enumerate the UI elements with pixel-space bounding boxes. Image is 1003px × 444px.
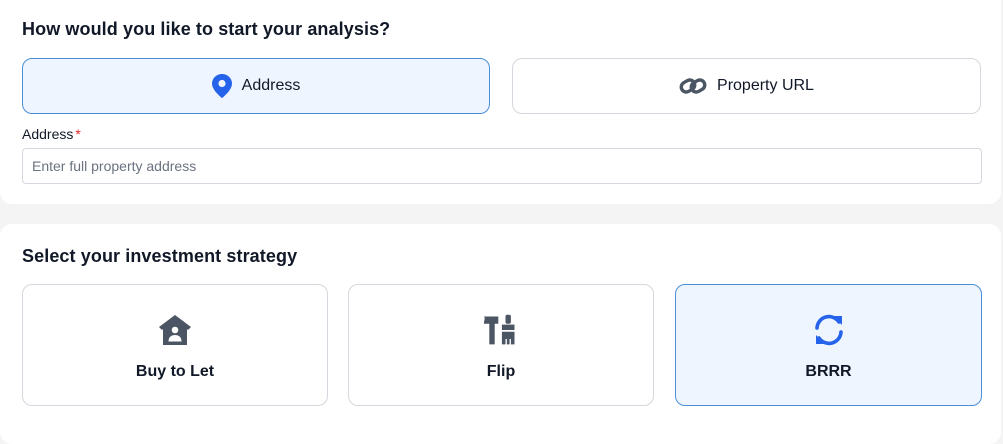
address-field-label: Address * (22, 126, 81, 142)
brrr-label: BRRR (805, 363, 852, 380)
address-label-text: Address (22, 126, 74, 142)
address-input[interactable] (22, 148, 982, 184)
map-pin-icon (211, 74, 232, 98)
flip-label: Flip (486, 363, 516, 380)
hammer-brush-icon (483, 312, 519, 348)
property-url-option-label: Property URL (717, 77, 814, 94)
link-icon (679, 75, 707, 97)
address-option-label: Address (241, 77, 301, 94)
house-user-icon (157, 312, 193, 348)
investment-strategy-card: Select your investment strategy Buy to L… (0, 224, 1001, 444)
refresh-icon (811, 312, 847, 348)
flip-option-button[interactable]: Flip (348, 284, 654, 406)
brrr-option-button[interactable]: BRRR (675, 284, 982, 406)
required-asterisk: * (75, 126, 81, 142)
address-option-button[interactable]: Address (22, 58, 490, 114)
buy-to-let-label: Buy to Let (135, 363, 215, 380)
property-url-option-button[interactable]: Property URL (512, 58, 981, 114)
start-analysis-card: How would you like to start your analysi… (0, 0, 1001, 204)
buy-to-let-option-button[interactable]: Buy to Let (22, 284, 328, 406)
investment-strategy-title: Select your investment strategy (22, 246, 298, 266)
start-analysis-title: How would you like to start your analysi… (22, 19, 391, 39)
